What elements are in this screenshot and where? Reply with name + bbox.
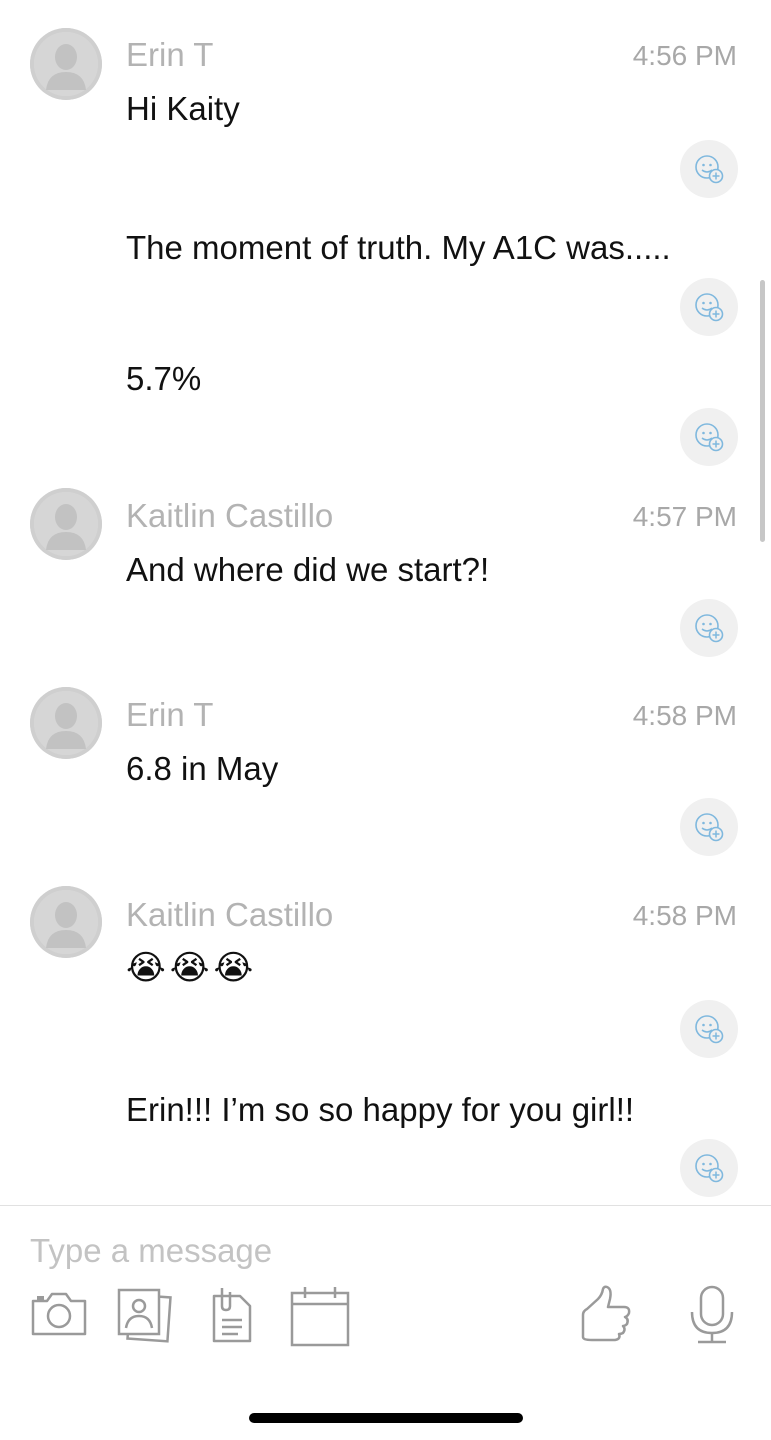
message-time: 4:58 PM <box>632 900 737 931</box>
add-reaction-button[interactable] <box>680 1000 738 1058</box>
home-indicator[interactable] <box>249 1413 523 1423</box>
person-silhouette-icon <box>34 890 98 954</box>
message-text: 6.8 in May <box>126 750 279 787</box>
avatar[interactable] <box>30 488 102 560</box>
message-input[interactable] <box>30 1226 730 1276</box>
message-text: The moment of truth. My A1C was..... <box>126 229 671 266</box>
message-time: 4:56 PM <box>632 40 737 71</box>
camera-icon <box>31 1292 87 1336</box>
add-reaction-button[interactable] <box>680 599 738 657</box>
sender-name: Erin T <box>126 696 214 733</box>
calendar-button[interactable] <box>289 1284 351 1353</box>
add-reaction-icon <box>695 293 724 322</box>
message-text: Hi Kaity <box>126 90 240 127</box>
composer-divider <box>0 1205 771 1206</box>
add-reaction-button[interactable] <box>680 140 738 198</box>
add-reaction-button[interactable] <box>680 798 738 856</box>
add-reaction-button[interactable] <box>680 278 738 336</box>
message-text: And where did we start?! <box>126 551 490 588</box>
avatar[interactable] <box>30 886 102 958</box>
scrollbar[interactable] <box>760 280 765 542</box>
person-silhouette-icon <box>34 492 98 556</box>
add-reaction-button[interactable] <box>680 1139 738 1197</box>
add-reaction-icon <box>695 614 724 643</box>
message-emoji: 😭😭😭 <box>126 949 258 987</box>
avatar[interactable] <box>30 28 102 100</box>
message-time: 4:57 PM <box>632 501 737 532</box>
message-text: Erin!!! I’m so so happy for you girl!! <box>126 1091 635 1128</box>
add-reaction-icon <box>695 1154 724 1183</box>
message-time: 4:58 PM <box>632 700 737 731</box>
sender-name: Kaitlin Castillo <box>126 896 334 933</box>
photo-icon <box>117 1288 172 1343</box>
add-reaction-icon <box>695 423 724 452</box>
sender-name: Erin T <box>126 36 214 73</box>
add-reaction-icon <box>695 155 724 184</box>
calendar-icon <box>290 1287 350 1347</box>
sender-name: Kaitlin Castillo <box>126 497 334 534</box>
message-text: 5.7% <box>126 360 202 397</box>
avatar[interactable] <box>30 687 102 759</box>
camera-button[interactable] <box>30 1287 88 1344</box>
thumbs-up-icon <box>581 1285 631 1342</box>
person-silhouette-icon <box>34 32 98 96</box>
microphone-button[interactable] <box>688 1284 736 1351</box>
document-icon <box>212 1288 252 1343</box>
like-button[interactable] <box>578 1283 634 1348</box>
photo-button[interactable] <box>116 1286 174 1349</box>
person-silhouette-icon <box>34 691 98 755</box>
add-reaction-button[interactable] <box>680 408 738 466</box>
add-reaction-icon <box>695 1015 724 1044</box>
microphone-icon <box>690 1285 734 1344</box>
add-reaction-icon <box>695 813 724 842</box>
document-button[interactable] <box>208 1284 254 1349</box>
